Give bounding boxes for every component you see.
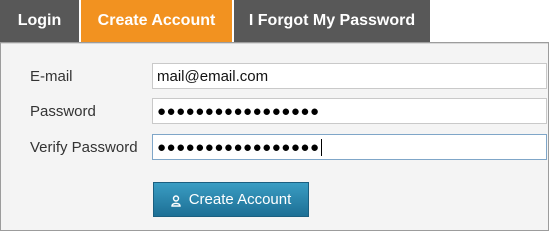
email-label: E-mail <box>30 67 73 85</box>
text-caret <box>320 138 322 156</box>
email-field[interactable]: mail@email.com <box>152 63 547 89</box>
password-masked-value: ●●●●●●●●●●●●●●●●● <box>157 102 320 120</box>
tab-create-account-label: Create Account <box>97 12 216 29</box>
email-row: E-mail mail@email.com <box>1 63 548 89</box>
tab-forgot-password[interactable]: I Forgot My Password <box>234 0 430 42</box>
create-account-form: E-mail mail@email.com Password ●●●●●●●●●… <box>0 42 549 231</box>
tab-login[interactable]: Login <box>0 0 79 42</box>
create-account-button[interactable]: Create Account <box>153 182 309 217</box>
password-row: Password ●●●●●●●●●●●●●●●●● <box>1 98 548 124</box>
tab-forgot-password-label: I Forgot My Password <box>248 12 416 29</box>
user-icon <box>171 194 181 207</box>
verify-password-row: Verify Password ●●●●●●●●●●●●●●●●● <box>1 134 548 160</box>
tab-login-label: Login <box>17 12 62 29</box>
tab-bar: Login Create Account I Forgot My Passwor… <box>0 0 550 42</box>
email-value: mail@email.com <box>157 67 269 85</box>
password-field[interactable]: ●●●●●●●●●●●●●●●●● <box>152 98 547 124</box>
verify-password-field[interactable]: ●●●●●●●●●●●●●●●●● <box>152 134 547 160</box>
password-label: Password <box>30 102 96 120</box>
create-account-button-label: Create Account <box>188 191 292 208</box>
verify-password-label: Verify Password <box>30 138 138 156</box>
verify-password-masked-value: ●●●●●●●●●●●●●●●●● <box>157 138 320 156</box>
create-account-widget: Login Create Account I Forgot My Passwor… <box>0 0 550 231</box>
tab-create-account[interactable]: Create Account <box>81 0 232 42</box>
